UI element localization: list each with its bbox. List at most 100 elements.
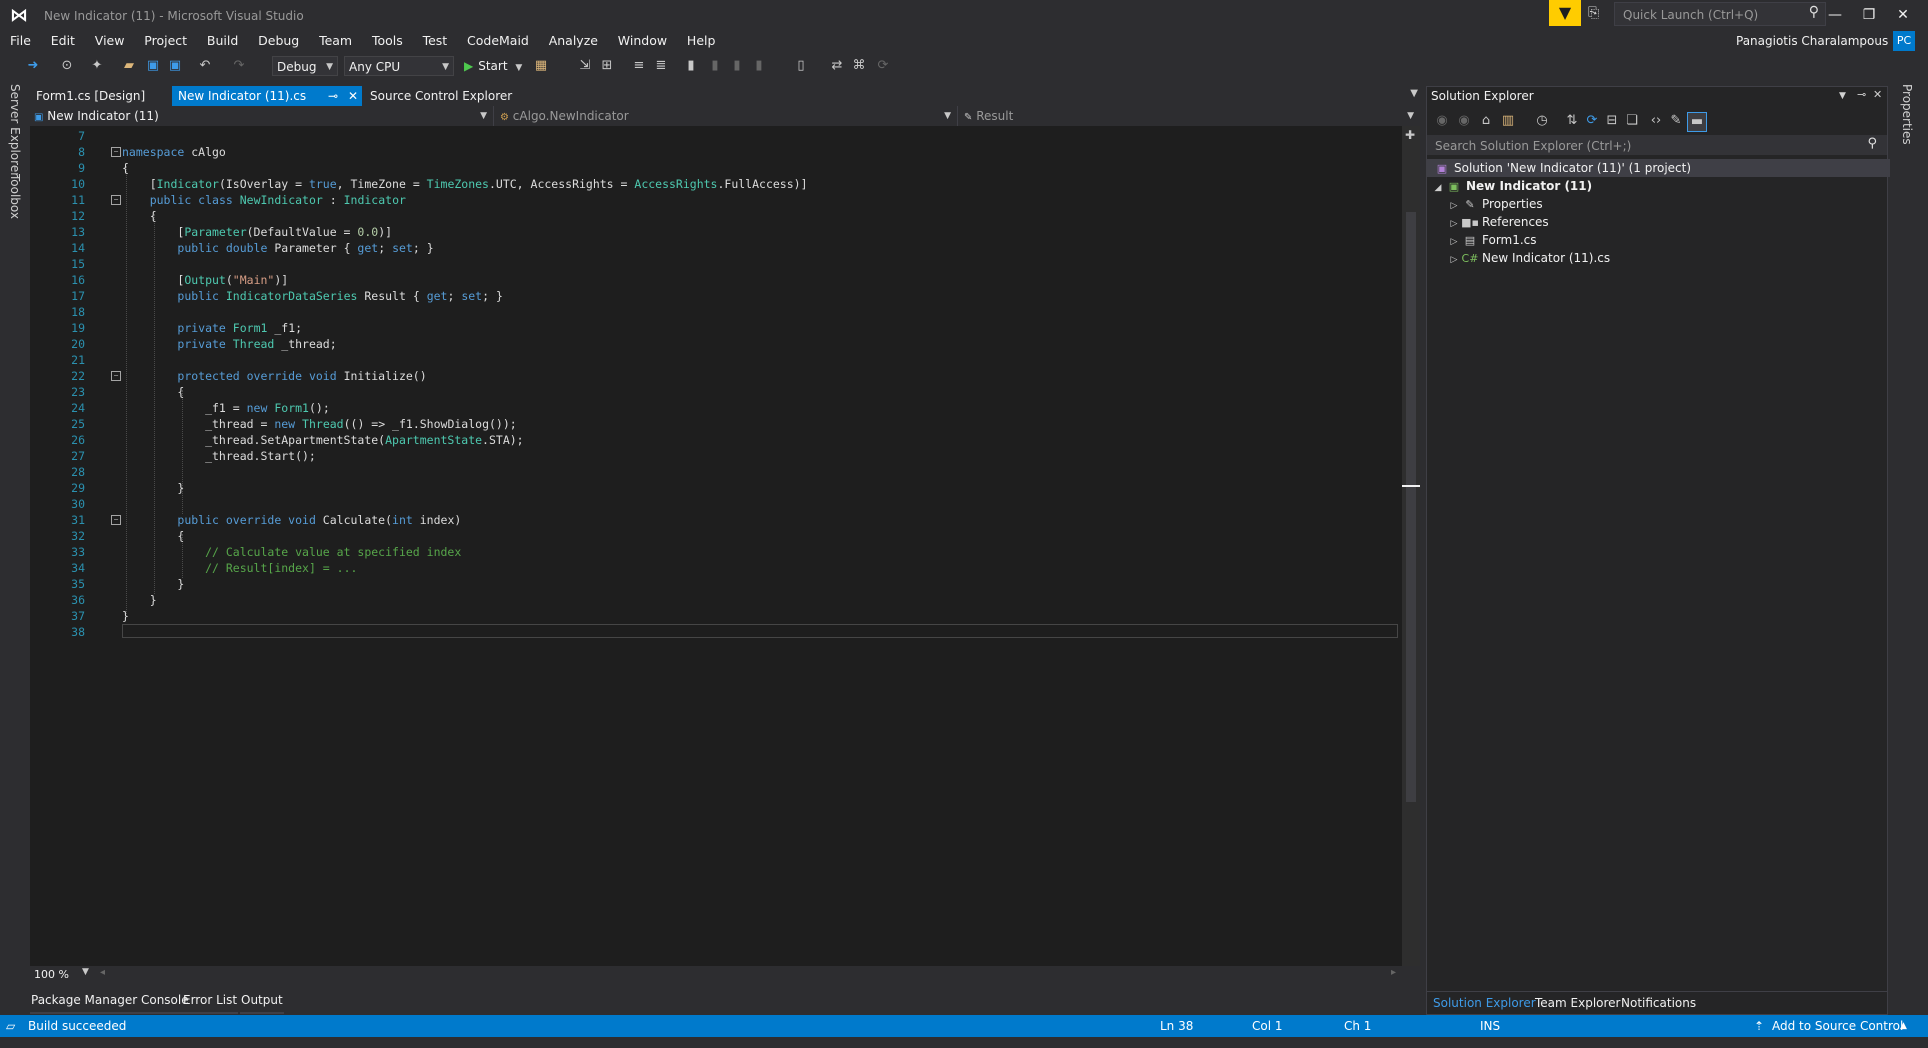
collapse-icon[interactable]: −: [111, 147, 121, 157]
step-icon[interactable]: ⇲: [576, 57, 594, 75]
indent-icon[interactable]: ≡: [630, 57, 648, 75]
collapsed-arrow-icon[interactable]: ▷: [1447, 251, 1461, 269]
solution-search-input[interactable]: [1433, 136, 1837, 156]
vertical-scrollbar[interactable]: ✚: [1402, 126, 1420, 966]
forward-icon[interactable]: ◉: [1455, 112, 1473, 130]
menu-window[interactable]: Window: [610, 32, 675, 50]
save-all-icon[interactable]: ▣: [166, 57, 184, 75]
switch-views-icon[interactable]: ▥: [1499, 112, 1517, 130]
scroll-left-icon[interactable]: ◂: [100, 967, 105, 978]
close-button[interactable]: ✕: [1886, 2, 1920, 28]
clear-bookmarks-icon[interactable]: ▮: [750, 57, 768, 75]
toolbox-tab[interactable]: Toolbox: [8, 174, 22, 219]
chevron-down-icon[interactable]: ▼: [82, 967, 89, 977]
sync-icon[interactable]: ⟳: [874, 57, 892, 75]
scroll-right-icon[interactable]: ▸: [1391, 967, 1396, 978]
quick-launch-box[interactable]: ⚲: [1614, 2, 1826, 26]
preview-selected-icon[interactable]: ▬: [1687, 112, 1707, 132]
tab-source-control-explorer[interactable]: Source Control Explorer: [364, 86, 518, 106]
collapse-icon[interactable]: −: [111, 371, 121, 381]
expanded-arrow-icon[interactable]: ◢: [1431, 179, 1445, 197]
properties-tab[interactable]: Properties: [1900, 84, 1914, 145]
menu-project[interactable]: Project: [136, 32, 195, 50]
menu-edit[interactable]: Edit: [43, 32, 83, 50]
undo-icon[interactable]: ↶: [196, 57, 214, 75]
notification-flag-icon[interactable]: ▼: [1549, 0, 1581, 26]
quick-launch-input[interactable]: [1621, 5, 1795, 25]
next-bookmark-icon[interactable]: ▮: [728, 57, 746, 75]
menu-analyze[interactable]: Analyze: [541, 32, 606, 50]
open-file-icon[interactable]: ▰: [120, 57, 138, 75]
zoom-level[interactable]: 100 %: [34, 968, 69, 981]
start-button[interactable]: ▶ Start ▼: [464, 57, 522, 77]
close-icon[interactable]: ✕: [348, 86, 358, 106]
properties-wrench-icon[interactable]: ✎: [1667, 112, 1685, 130]
forward-icon[interactable]: ⊙: [58, 57, 76, 75]
browser-link-icon[interactable]: ▦: [532, 57, 550, 75]
tab-package-manager-console[interactable]: Package Manager Console: [30, 990, 190, 1014]
chevron-down-icon[interactable]: ▼: [1839, 91, 1846, 101]
pending-changes-icon[interactable]: ◷: [1533, 112, 1551, 130]
menu-help[interactable]: Help: [679, 32, 724, 50]
solution-configurations-icon[interactable]: ⊞: [598, 57, 616, 75]
member-dropdown[interactable]: ✎ Result ▼: [960, 106, 1420, 126]
feedback-icon[interactable]: ⎘: [1588, 5, 1599, 21]
tree-project[interactable]: ◢ ▣ New Indicator (11): [1431, 177, 1593, 197]
view-code-icon[interactable]: ‹›: [1647, 112, 1665, 130]
menu-team[interactable]: Team: [311, 32, 360, 50]
collapse-icon[interactable]: −: [111, 515, 121, 525]
menu-test[interactable]: Test: [415, 32, 456, 50]
new-file-icon[interactable]: ▯: [792, 57, 810, 75]
tree-item-new-indicator[interactable]: ▷ C# New Indicator (11).cs: [1447, 249, 1611, 269]
new-project-icon[interactable]: ✦: [88, 57, 106, 75]
back-icon[interactable]: ◉: [1433, 112, 1451, 130]
close-icon[interactable]: ✕: [1873, 88, 1882, 101]
pin-icon[interactable]: ⊸: [1857, 88, 1866, 101]
tab-team-explorer[interactable]: Team Explorer: [1535, 994, 1621, 1012]
chevron-up-icon[interactable]: ▲: [1900, 1015, 1907, 1037]
show-all-files-icon[interactable]: ❏: [1623, 112, 1641, 130]
tab-form1-design[interactable]: Form1.cs [Design]: [30, 86, 151, 106]
platform-dropdown[interactable]: Any CPU ▼: [344, 56, 454, 76]
collapse-all-icon[interactable]: ⊟: [1603, 112, 1621, 130]
tab-new-indicator[interactable]: New Indicator (11).cs ⊸ ✕: [172, 86, 362, 106]
solution-search-box[interactable]: ⚲: [1427, 135, 1887, 156]
tree-item-form1[interactable]: ▷ ▤ Form1.cs: [1447, 231, 1537, 249]
tree-solution[interactable]: ▣ Solution 'New Indicator (11)' (1 projec…: [1427, 159, 1893, 177]
search-icon[interactable]: ⚲: [1867, 136, 1877, 151]
redo-icon[interactable]: ↷: [230, 57, 248, 75]
tab-solution-explorer[interactable]: Solution Explorer: [1433, 994, 1536, 1012]
bookmark-icon[interactable]: ▮: [682, 57, 700, 75]
configuration-dropdown[interactable]: Debug ▼: [272, 56, 338, 76]
pin-icon[interactable]: ⊸: [328, 86, 338, 106]
attach-icon[interactable]: ⇄: [828, 57, 846, 75]
refresh-icon[interactable]: ⟳: [1583, 112, 1601, 130]
tab-error-list[interactable]: Error List: [182, 990, 239, 1014]
menu-codemaid[interactable]: CodeMaid: [459, 32, 537, 50]
restore-button[interactable]: ❐: [1852, 2, 1886, 28]
code-editor[interactable]: 7 8 9 10 11 12 13 14 15 16 17 18 19 20 2…: [30, 126, 1420, 966]
user-name[interactable]: Panagiotis Charalampous: [1736, 34, 1888, 48]
outdent-icon[interactable]: ≣: [652, 57, 670, 75]
avatar[interactable]: PC: [1893, 31, 1915, 51]
tree-item-references[interactable]: ▷ ■▪ References: [1447, 213, 1549, 231]
type-dropdown[interactable]: ⚙ cAlgo.NewIndicator ▼: [496, 106, 958, 126]
tab-output[interactable]: Output: [240, 990, 284, 1014]
tab-notifications[interactable]: Notifications: [1621, 994, 1696, 1012]
menu-tools[interactable]: Tools: [364, 32, 411, 50]
collapse-icon[interactable]: −: [111, 195, 121, 205]
project-dropdown[interactable]: ▣ New Indicator (11) ▼: [30, 106, 494, 126]
prev-bookmark-icon[interactable]: ▮: [706, 57, 724, 75]
publish-icon[interactable]: ⌘: [850, 57, 868, 75]
home-icon[interactable]: ⌂: [1477, 112, 1495, 130]
minimize-button[interactable]: —: [1818, 2, 1852, 28]
back-icon[interactable]: ➜: [24, 57, 42, 75]
tree-item-properties[interactable]: ▷ ✎ Properties: [1447, 195, 1543, 213]
add-to-source-control-button[interactable]: Add to Source Control: [1772, 1015, 1903, 1037]
menu-debug[interactable]: Debug: [250, 32, 307, 50]
split-icon[interactable]: ✚: [1405, 128, 1415, 142]
save-icon[interactable]: ▣: [144, 57, 162, 75]
scrollbar-thumb[interactable]: [1406, 212, 1416, 802]
tab-overflow-icon[interactable]: ▼: [1410, 88, 1418, 99]
menu-view[interactable]: View: [87, 32, 133, 50]
